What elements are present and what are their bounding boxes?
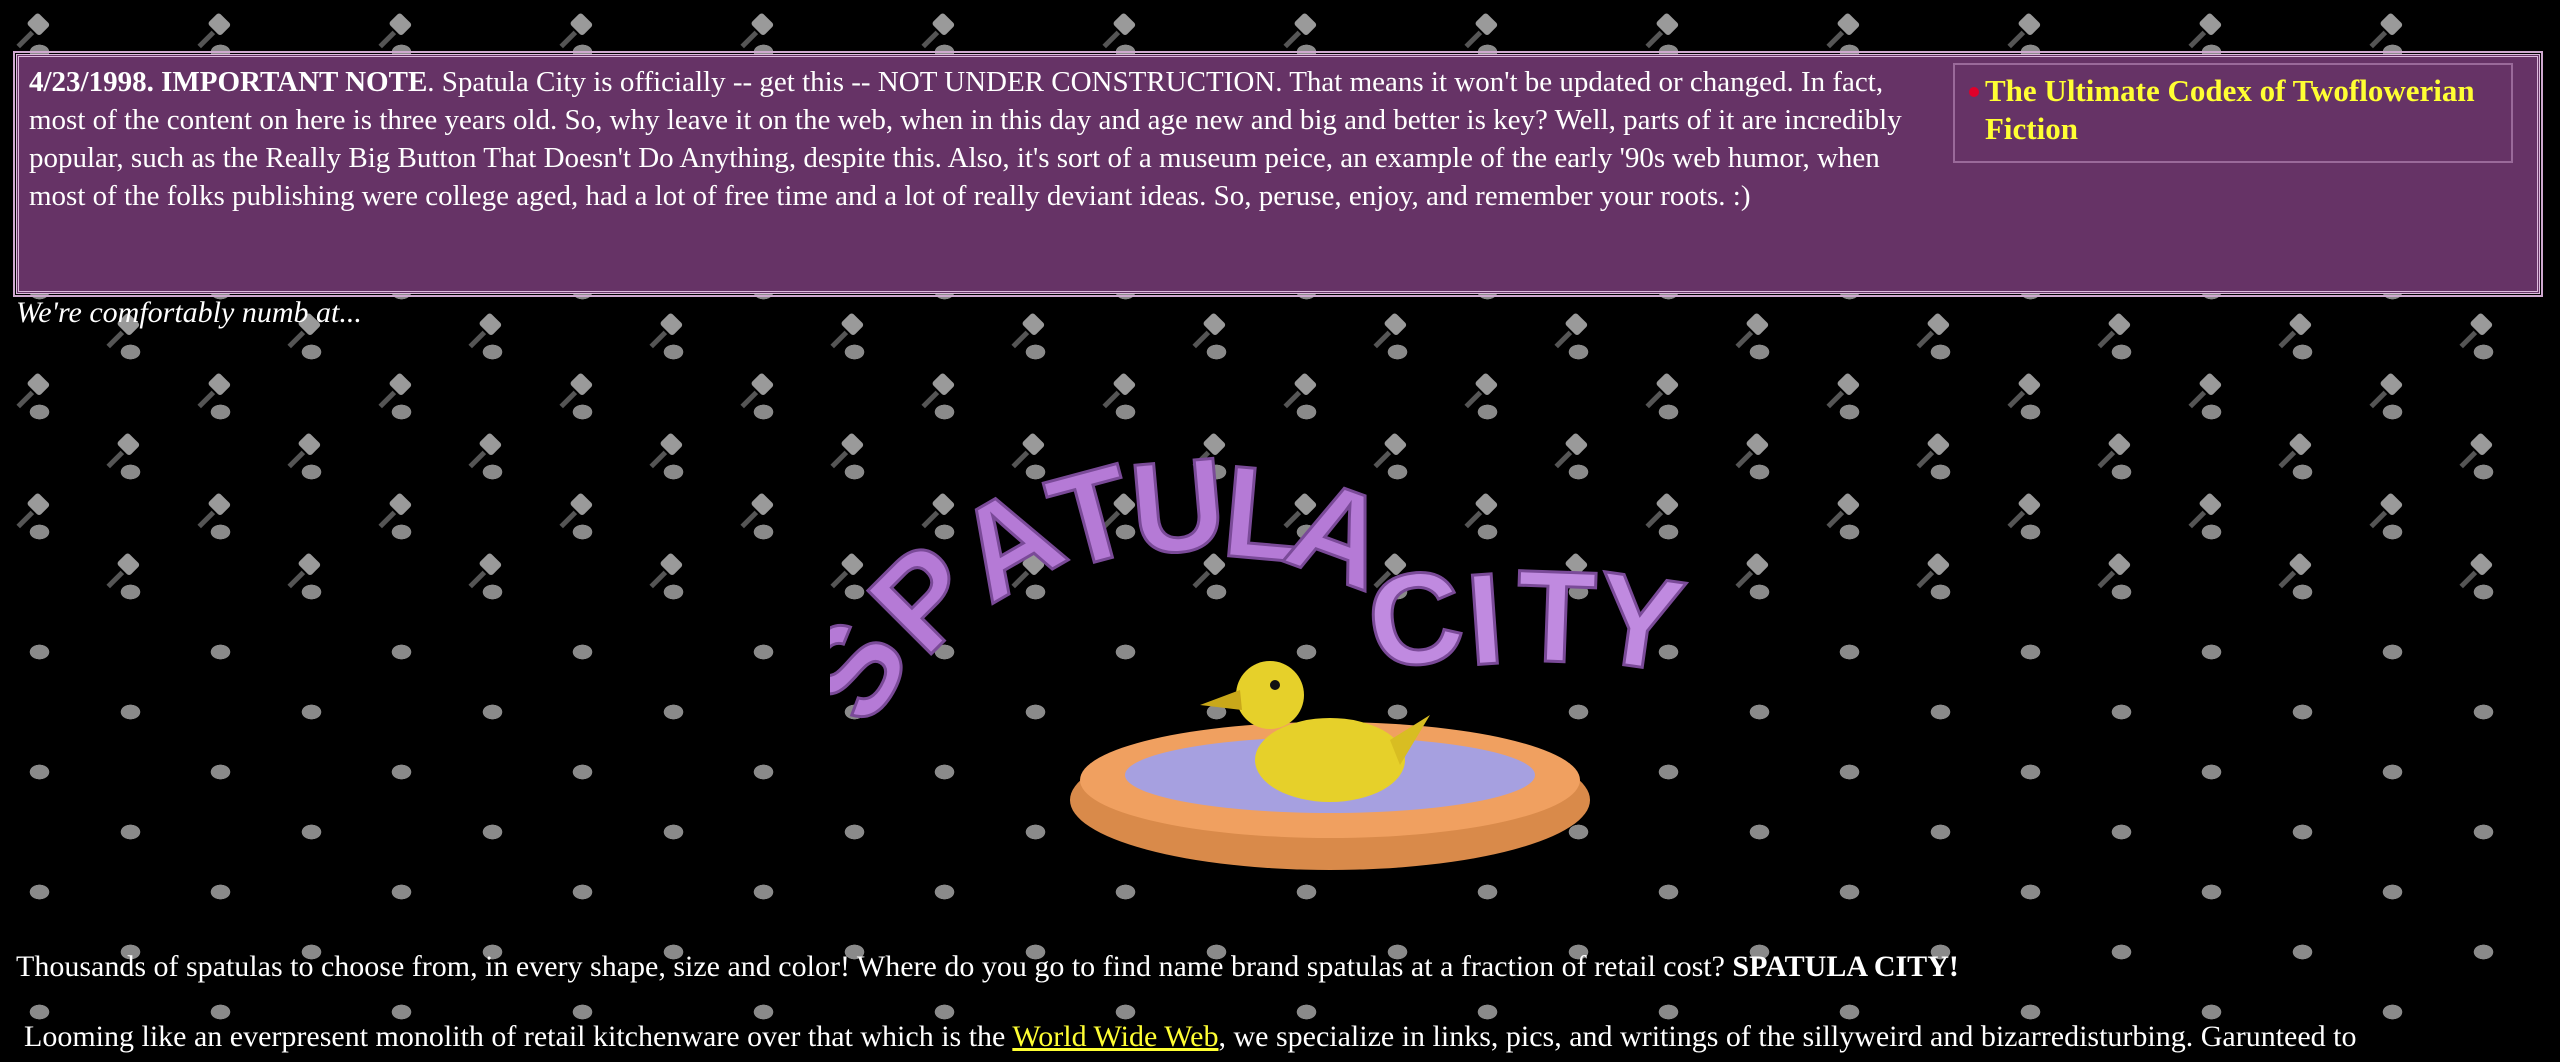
important-note-text: The Ultimate Codex of Twoflowerian Ficti… — [29, 63, 2513, 215]
spatula-icon — [1645, 13, 1679, 49]
important-note-box: The Ultimate Codex of Twoflowerian Ficti… — [13, 51, 2543, 297]
spatula-icon — [2188, 373, 2222, 409]
spatula-icon — [16, 13, 50, 49]
spatula-icon — [2007, 373, 2041, 409]
spatula-icon — [197, 493, 231, 529]
spatula-icon — [16, 373, 50, 409]
spatula-icon — [2188, 493, 2222, 529]
spatula-icon — [378, 13, 412, 49]
spatula-icon — [2007, 493, 2041, 529]
spatula-icon — [197, 373, 231, 409]
spatula-icon — [1192, 313, 1226, 349]
spatula-icon — [2188, 13, 2222, 49]
spatula-icon — [1826, 493, 1860, 529]
spatula-icon — [2459, 553, 2493, 589]
spatula-icon — [2097, 313, 2131, 349]
intro-bold: SPATULA CITY! — [1732, 950, 1959, 983]
spatula-icon — [106, 433, 140, 469]
spatula-icon — [468, 313, 502, 349]
spatula-icon — [468, 433, 502, 469]
spatula-icon — [197, 13, 231, 49]
codex-link[interactable]: The Ultimate Codex of Twoflowerian Ficti… — [1985, 73, 2475, 146]
spatula-icon — [2097, 553, 2131, 589]
spatula-icon — [649, 433, 683, 469]
para2-before: Looming like an everpresent monolith of … — [24, 1020, 1013, 1053]
spatula-icon — [559, 373, 593, 409]
logo-word-spatula: S P A T U L A — [766, 428, 1410, 746]
spatula-icon — [2459, 313, 2493, 349]
spatula-icon — [649, 553, 683, 589]
spatula-icon — [106, 553, 140, 589]
spatula-icon — [559, 493, 593, 529]
spatula-icon — [378, 493, 412, 529]
spatula-icon — [2369, 373, 2403, 409]
spatula-icon — [1826, 13, 1860, 49]
logo-word-city: C I T Y — [1357, 539, 1694, 702]
svg-text:U: U — [1125, 429, 1231, 583]
intro-paragraph: Thousands of spatulas to choose from, in… — [16, 950, 1959, 984]
spatula-icon — [1464, 13, 1498, 49]
svg-text:T: T — [1514, 542, 1598, 691]
spatula-icon — [649, 313, 683, 349]
spatula-icon — [740, 493, 774, 529]
svg-text:Y: Y — [1586, 543, 1692, 700]
spatula-icon — [1916, 433, 1950, 469]
tagline: We're comfortably numb at... — [16, 296, 362, 329]
spatula-icon — [740, 13, 774, 49]
spatula-icon — [1373, 313, 1407, 349]
spatula-icon — [378, 373, 412, 409]
spatula-icon — [2278, 433, 2312, 469]
spatula-icon — [1735, 433, 1769, 469]
spatula-icon — [2007, 13, 2041, 49]
spatula-city-logo: S P A T U L A C I T Y — [766, 370, 1730, 910]
spatula-icon — [1102, 13, 1136, 49]
spatula-icon — [1735, 553, 1769, 589]
world-wide-web-link[interactable]: World Wide Web — [1012, 1020, 1218, 1053]
spatula-icon — [830, 313, 864, 349]
spatula-icon — [2097, 433, 2131, 469]
spatula-icon — [2278, 553, 2312, 589]
intro-text: Thousands of spatulas to choose from, in… — [16, 950, 1733, 983]
svg-text:C: C — [1359, 540, 1472, 698]
spatula-icon — [1735, 313, 1769, 349]
spatula-icon — [2369, 493, 2403, 529]
spatula-icon — [1826, 373, 1860, 409]
bullet-icon — [1969, 87, 1979, 97]
note-date-heading: 4/23/1998. IMPORTANT NOTE — [29, 66, 428, 98]
second-paragraph: Looming like an everpresent monolith of … — [24, 1020, 2357, 1054]
spatula-icon — [2369, 13, 2403, 49]
spatula-icon — [559, 13, 593, 49]
spatula-icon — [1554, 313, 1588, 349]
spatula-icon — [16, 493, 50, 529]
spatula-icon — [1916, 553, 1950, 589]
spatula-icon — [921, 13, 955, 49]
spatula-icon — [1283, 13, 1317, 49]
spatula-icon — [1916, 313, 1950, 349]
spatula-icon — [740, 373, 774, 409]
spatula-icon — [287, 553, 321, 589]
para2-after: , we specialize in links, pics, and writ… — [1218, 1020, 2357, 1053]
spatula-icon — [1011, 313, 1045, 349]
spatula-icon — [2278, 313, 2312, 349]
codex-sidebar: The Ultimate Codex of Twoflowerian Ficti… — [1953, 63, 2513, 163]
spatula-icon — [287, 433, 321, 469]
spatula-icon — [468, 553, 502, 589]
spatula-icon — [2459, 433, 2493, 469]
